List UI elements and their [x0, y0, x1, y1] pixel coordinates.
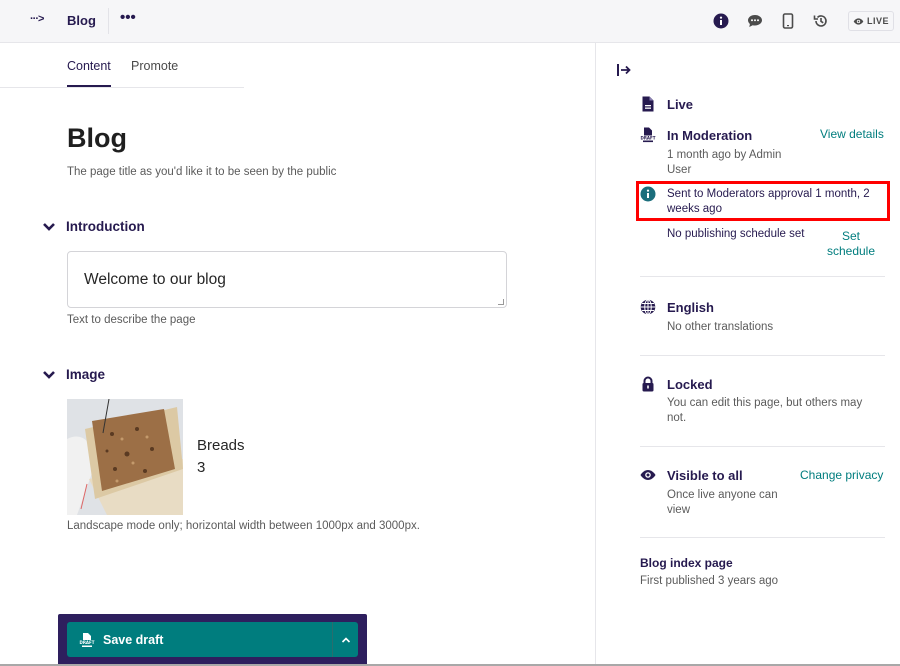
status-live-label: Live — [667, 97, 694, 112]
title-help-text: The page title as you'd like it to be se… — [67, 166, 337, 178]
schedule-status: No publishing schedule set — [667, 228, 805, 240]
breadcrumb-toggle[interactable]: ···> — [30, 13, 44, 25]
info-circle-icon — [640, 186, 656, 202]
privacy-sub: Once live anyone can view — [667, 489, 778, 516]
introduction-value: Welcome to our blog — [84, 271, 226, 288]
page-title[interactable]: Blog — [67, 123, 127, 154]
tab-bar: Content Promote — [0, 43, 244, 88]
breadcrumb-title[interactable]: Blog — [67, 13, 96, 28]
history-button[interactable] — [812, 12, 830, 30]
document-icon — [642, 96, 654, 112]
resize-handle[interactable] — [498, 299, 504, 305]
locale-sub: No other translations — [667, 321, 774, 333]
eye-icon — [853, 17, 864, 25]
lock-label: Locked — [667, 377, 713, 392]
divider — [108, 8, 109, 34]
change-privacy-link[interactable]: Change privacy — [800, 468, 883, 483]
globe-icon — [640, 299, 656, 315]
svg-text:DRAFT: DRAFT — [641, 135, 656, 140]
divider — [640, 355, 885, 356]
status-privacy: Visible to all Once live anyone can view… — [640, 467, 885, 517]
status-sidebar: Live DRAFT In Moderation 1 month ago by … — [595, 43, 900, 666]
preview-button[interactable] — [779, 12, 797, 30]
live-badge[interactable]: LIVE — [848, 11, 894, 31]
svg-text:DRAFT: DRAFT — [80, 640, 95, 645]
tab-promote[interactable]: Promote — [131, 59, 178, 73]
image-title: Breads — [197, 437, 245, 454]
section-image-toggle[interactable]: Image — [42, 367, 105, 382]
status-live: Live — [640, 95, 885, 115]
divider — [640, 446, 885, 447]
save-draft-button[interactable]: DRAFT Save draft — [67, 622, 332, 657]
page-type-label: Blog index page — [640, 556, 733, 570]
section-image-label: Image — [66, 367, 106, 382]
status-lock: Locked You can edit this page, but other… — [640, 376, 885, 426]
chevron-down-icon — [43, 222, 55, 231]
draft-icon: DRAFT — [80, 632, 95, 647]
section-introduction-label: Introduction — [66, 219, 145, 234]
live-badge-label: LIVE — [866, 16, 889, 26]
more-actions-toggle[interactable] — [332, 622, 358, 657]
introduction-help-text: Text to describe the page — [67, 314, 196, 326]
section-introduction-toggle[interactable]: Introduction — [42, 219, 145, 234]
locale-label: English — [667, 300, 714, 315]
comments-button[interactable] — [746, 12, 764, 30]
privacy-label: Visible to all — [667, 468, 743, 483]
history-icon — [813, 15, 827, 27]
draft-document-icon: DRAFT — [641, 127, 656, 143]
bread-photo — [67, 399, 183, 515]
note-icon-wrap — [640, 186, 656, 202]
top-bar: ···> Blog ••• LIVE — [0, 0, 900, 43]
set-schedule-link[interactable]: Set schedule — [822, 229, 880, 259]
more-actions-button[interactable]: ••• — [120, 9, 136, 26]
view-details-link[interactable]: View details — [820, 127, 884, 142]
status-moderation-label: In Moderation — [667, 128, 753, 143]
status-moderation-meta: 1 month ago by Admin User — [667, 149, 782, 176]
status-moderation: DRAFT In Moderation 1 month ago by Admin… — [640, 126, 885, 181]
collapse-right-icon — [617, 64, 631, 76]
lock-icon — [642, 376, 654, 392]
active-tab-indicator — [67, 85, 111, 87]
divider — [640, 276, 885, 277]
mobile-preview-icon — [782, 13, 794, 29]
page-type-info: Blog index page First published 3 years … — [640, 555, 885, 595]
lock-sub: You can edit this page, but others may n… — [667, 397, 863, 424]
eye-icon — [640, 470, 656, 480]
moderation-note: Sent to Moderators approval 1 month, 2 w… — [667, 188, 870, 215]
chevron-down-icon — [43, 370, 55, 379]
image-thumbnail[interactable] — [67, 399, 183, 515]
image-help-text: Landscape mode only; horizontal width be… — [67, 520, 420, 532]
image-number: 3 — [197, 459, 206, 476]
footer-action-bar: DRAFT Save draft — [58, 614, 367, 666]
divider — [640, 537, 885, 538]
save-draft-label: Save draft — [103, 632, 164, 647]
info-icon — [713, 13, 729, 29]
collapse-sidebar-button[interactable] — [616, 62, 632, 78]
page-type-sub: First published 3 years ago — [640, 575, 779, 587]
comment-icon — [748, 15, 762, 27]
status-locale: English No other translations — [640, 299, 885, 339]
tab-content[interactable]: Content — [67, 59, 111, 73]
info-button[interactable] — [712, 12, 730, 30]
main-content: Content Promote Blog The page title as y… — [0, 43, 595, 666]
introduction-textarea[interactable]: Welcome to our blog — [67, 251, 507, 308]
chevron-up-icon — [341, 636, 350, 643]
